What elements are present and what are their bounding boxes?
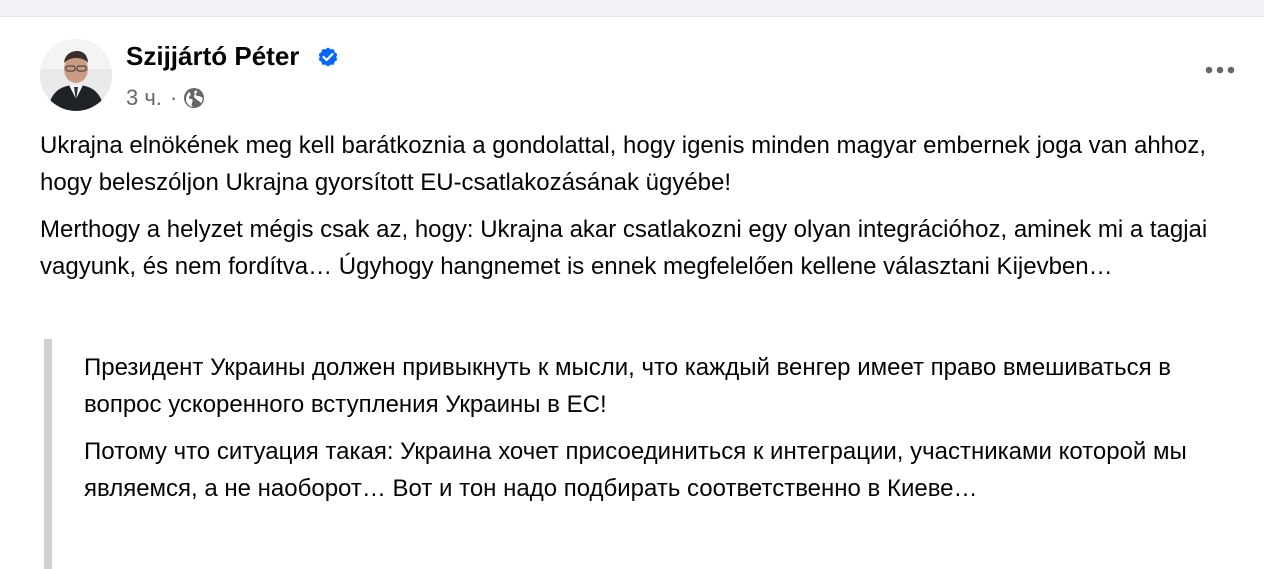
quote-paragraph: Президент Украины должен привыкнуть к мы… <box>84 354 1172 418</box>
translation-quote: Президент Украины должен привыкнуть к мы… <box>44 339 1244 569</box>
quote-text: Президент Украины должен привыкнуть к мы… <box>84 349 1234 517</box>
verified-badge-icon <box>318 47 338 67</box>
post-text: Ukrajna elnökének meg kell barátkoznia a… <box>40 127 1240 295</box>
globe-icon[interactable] <box>183 87 205 109</box>
avatar[interactable] <box>40 39 112 111</box>
feed-divider <box>0 0 1264 17</box>
meta-separator: · <box>169 85 178 110</box>
post-timestamp[interactable]: 3 ч. <box>126 85 162 111</box>
post-paragraph: Ukrajna elnökének meg kell barátkoznia a… <box>40 132 1207 196</box>
post-paragraph: Merthogy a helyzet mégis csak az, hogy: … <box>40 216 1208 280</box>
author-name[interactable]: Szijjártó Péter <box>126 40 299 72</box>
post-card: Szijjártó Péter 3 ч. · Ukrajna elnökének… <box>0 17 1264 569</box>
avatar-photo <box>40 39 112 111</box>
quote-paragraph: Потому что ситуация такая: Украина хочет… <box>84 438 1187 502</box>
more-options-button[interactable] <box>1200 55 1240 85</box>
more-horizontal-icon <box>1205 66 1235 74</box>
post-meta: 3 ч. · <box>126 83 205 113</box>
